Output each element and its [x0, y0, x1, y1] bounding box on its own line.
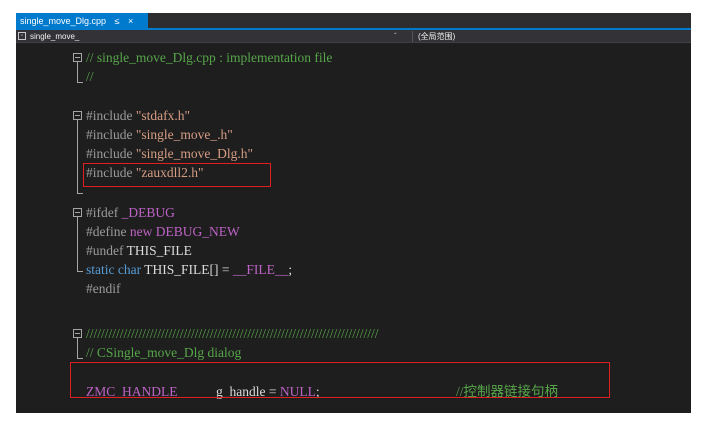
outline-guide-end [77, 271, 83, 272]
close-icon[interactable]: × [128, 13, 133, 30]
outline-guide-end [77, 358, 83, 359]
code-line: #include "single_move_Dlg.h" [86, 146, 254, 161]
fold-toggle-icon[interactable] [73, 329, 82, 338]
fold-toggle-icon[interactable] [73, 208, 82, 217]
code-line: ////////////////////////////////////////… [86, 326, 379, 341]
outline-guide [77, 217, 78, 271]
annotation-highlight-box [83, 163, 271, 187]
outline-guide [77, 338, 78, 358]
code-line: // single_move_Dlg.cpp : implementation … [86, 50, 333, 65]
fold-toggle-icon[interactable] [73, 111, 82, 120]
code-line: static char THIS_FILE[] = __FILE__; [86, 262, 293, 277]
navigation-bar: ▫ single_move_ ˇ (全局范围) [16, 30, 691, 43]
code-line: #include "stdafx.h" [86, 108, 191, 123]
annotation-highlight-box [70, 362, 610, 398]
outline-guide-end [77, 82, 83, 83]
fold-toggle-icon[interactable] [73, 53, 82, 62]
code-editor[interactable]: // single_move_Dlg.cpp : implementation … [16, 43, 691, 413]
code-line: #include "single_move_.h" [86, 127, 233, 142]
code-line: #ifdef _DEBUG [86, 205, 175, 220]
project-icon: ▫ [18, 32, 26, 40]
outline-guide [77, 120, 78, 193]
scope-dropdown[interactable]: (全局范围) [418, 30, 455, 43]
pin-icon[interactable]: ≤ [115, 13, 120, 30]
tab-single-move-dlg-cpp[interactable]: single_move_Dlg.cpp ≤ × [16, 13, 148, 30]
project-dropdown[interactable]: single_move_ [30, 30, 79, 43]
code-line: #define new DEBUG_NEW [86, 224, 240, 239]
code-line: // CSingle_move_Dlg dialog [86, 345, 242, 360]
code-line: // [86, 69, 94, 84]
chevron-down-icon[interactable]: ˇ [394, 30, 397, 43]
nav-divider [412, 31, 413, 42]
outline-guide [77, 62, 78, 82]
editor-window: single_move_Dlg.cpp ≤ × ▫ single_move_ ˇ… [16, 13, 691, 413]
code-line: #undef THIS_FILE [86, 243, 192, 258]
code-line: #endif [86, 281, 121, 296]
outline-guide-end [77, 193, 83, 194]
tab-title: single_move_Dlg.cpp [20, 16, 107, 26]
document-tab-strip: single_move_Dlg.cpp ≤ × [16, 13, 691, 30]
